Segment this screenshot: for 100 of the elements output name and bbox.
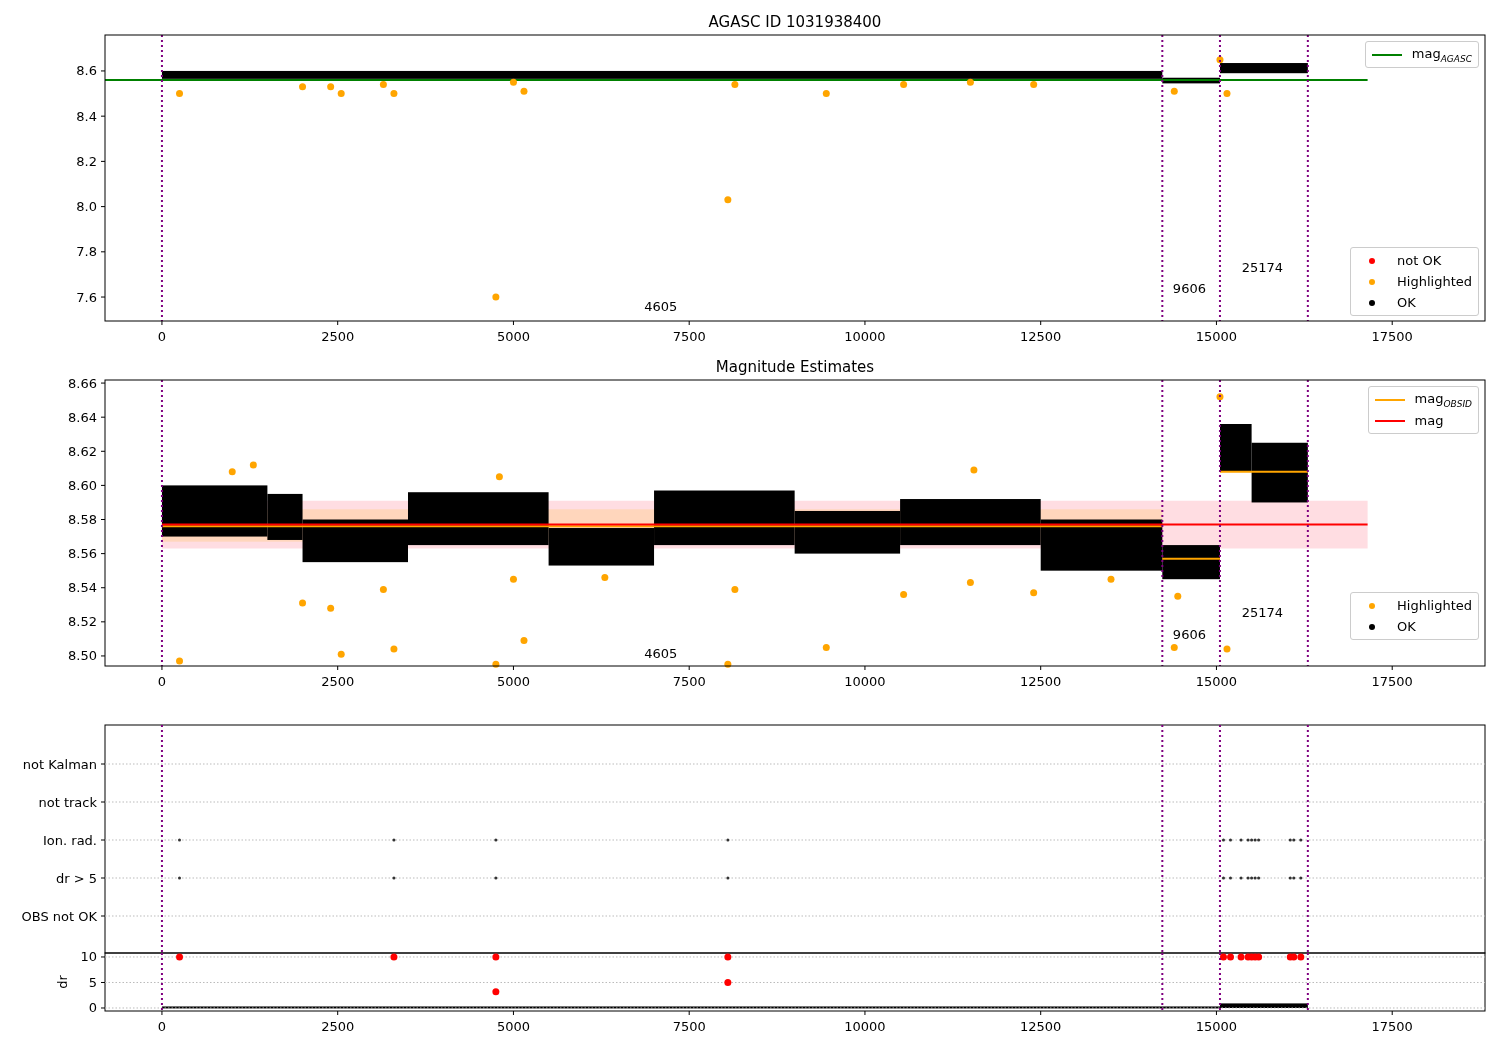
obsid-label: 25174	[1241, 260, 1284, 276]
axis-label: dr	[55, 975, 70, 989]
tick-label: 15000	[1195, 1019, 1238, 1034]
scatter-marker	[601, 574, 609, 581]
flag-point	[726, 838, 730, 842]
scatter-marker	[390, 645, 398, 653]
flag-point	[392, 876, 396, 880]
obsid-label: 9606	[1172, 280, 1206, 296]
tick-label: 5000	[496, 329, 530, 344]
scatter-marker	[900, 591, 908, 599]
scatter-marker	[509, 575, 517, 583]
legend-label: mag	[1414, 413, 1444, 428]
flag-point	[178, 876, 181, 880]
tick-label: 10000	[844, 674, 886, 689]
tick-mark	[1040, 665, 1042, 671]
obsid-label: 4605	[644, 298, 678, 314]
scatter-marker	[724, 979, 732, 986]
flag-point	[494, 838, 498, 842]
tick-mark	[161, 320, 163, 326]
scatter-marker	[492, 660, 500, 668]
legend-label: mag$_{OBSID}$	[1414, 390, 1472, 409]
scatter-marker	[1216, 393, 1224, 401]
scatter-marker	[509, 78, 517, 86]
tick-mark	[100, 70, 106, 72]
tick-label: 2500	[321, 1019, 355, 1034]
tick-mark	[100, 206, 106, 208]
level-line	[1161, 557, 1221, 560]
tick-mark	[100, 296, 106, 298]
scatter-marker	[1030, 589, 1038, 597]
tick-label: 12500	[1020, 329, 1062, 344]
tick-mark	[337, 1010, 339, 1016]
scatter-marker	[299, 83, 307, 91]
tick-label: 15000	[1195, 329, 1238, 344]
scatter-marker	[228, 468, 236, 476]
row-label: dr > 5	[55, 870, 97, 886]
chart-title: AGASC ID 1031938400	[708, 13, 882, 31]
flag-point	[1229, 838, 1232, 842]
tick-label: 8.6	[76, 63, 97, 79]
scatter-marker	[1174, 592, 1182, 600]
tick-label: 8.52	[68, 614, 97, 630]
scatter-marker	[492, 988, 500, 996]
tick-label: 10000	[844, 329, 886, 344]
tick-mark	[688, 665, 690, 671]
tick-label: 8.56	[68, 546, 97, 562]
tick-mark	[100, 763, 106, 765]
tick-mark	[100, 587, 106, 589]
obsid-label: 9606	[1172, 626, 1206, 642]
tick-mark	[100, 416, 106, 418]
flag-point	[1239, 876, 1243, 880]
tick-label: 8.58	[68, 512, 97, 527]
chart-title: Magnitude Estimates	[715, 358, 875, 376]
flag-point	[1239, 838, 1243, 842]
tick-mark	[100, 1007, 106, 1009]
legend-label: Highlighted	[1397, 598, 1472, 613]
scatter-marker	[731, 585, 739, 593]
flag-point	[1222, 876, 1225, 880]
legend-label: mag$_{AGASC}$	[1411, 45, 1472, 64]
scatter-marker	[1216, 56, 1224, 64]
tick-mark	[864, 320, 866, 326]
tick-mark	[1391, 1010, 1393, 1016]
flag-point	[1299, 876, 1303, 880]
flag-point	[494, 876, 498, 880]
tick-label: 12500	[1020, 1019, 1062, 1034]
tick-label: 7500	[672, 1019, 706, 1034]
flag-point	[392, 838, 396, 842]
scatter-marker	[337, 90, 345, 98]
tick-label: 0	[157, 674, 167, 689]
obsid-label: 4605	[644, 645, 678, 661]
legend-label: Highlighted	[1397, 274, 1472, 289]
scatter-marker	[724, 953, 732, 961]
row-label: not Kalman	[22, 756, 97, 772]
scatter-marker	[495, 473, 503, 481]
tick-mark	[161, 665, 163, 671]
legend-label: OK	[1397, 619, 1416, 634]
scatter-marker	[379, 585, 387, 593]
scatter-marker	[731, 81, 739, 88]
scatter-marker	[299, 599, 307, 607]
tick-mark	[1040, 320, 1042, 326]
row-label: Ion. rad.	[43, 832, 97, 848]
tick-mark	[100, 982, 106, 983]
scatter-marker	[337, 650, 345, 658]
obsid-label: 25174	[1241, 604, 1284, 620]
tick-mark	[100, 839, 106, 841]
tick-label: 7.8	[76, 244, 97, 260]
tick-label: 17500	[1371, 329, 1413, 344]
tick-mark	[864, 665, 866, 671]
tick-mark	[100, 801, 106, 803]
tick-mark	[100, 484, 106, 486]
flag-point	[178, 838, 181, 842]
tick-mark	[1215, 1010, 1217, 1016]
tick-mark	[1391, 320, 1393, 326]
tick-label: 0	[157, 329, 167, 344]
legend-label: OK	[1397, 295, 1416, 310]
tick-label: 5000	[496, 674, 530, 689]
tick-mark	[1040, 1010, 1042, 1016]
scatter-marker	[1170, 87, 1178, 95]
tick-label: 7500	[672, 674, 706, 689]
scatter-marker	[249, 461, 257, 469]
scatter-marker	[822, 90, 830, 98]
scatter-marker	[390, 90, 398, 98]
